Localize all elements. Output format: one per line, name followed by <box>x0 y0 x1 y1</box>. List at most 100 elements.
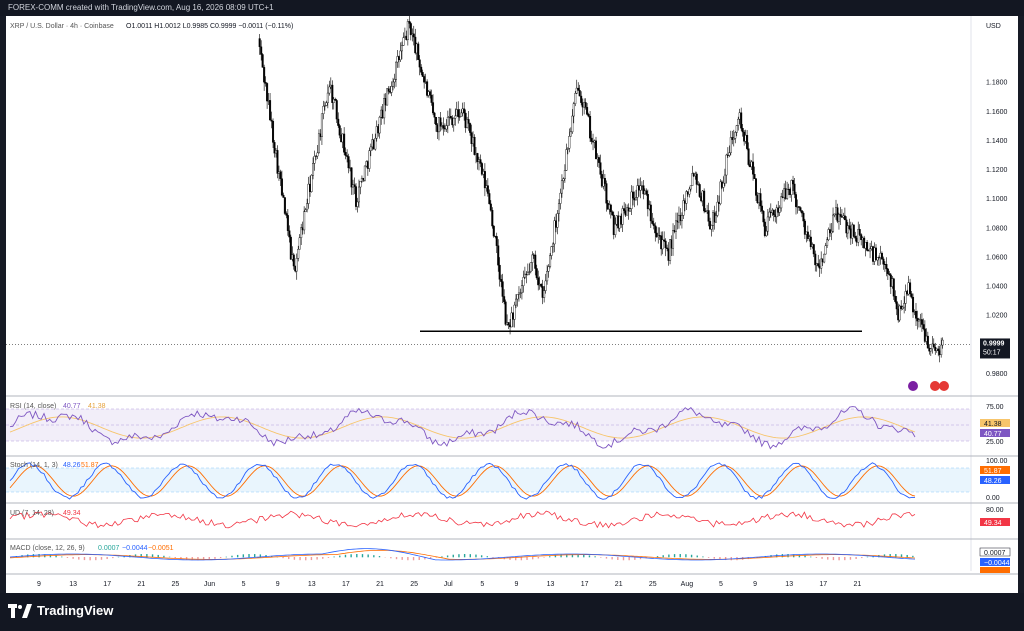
candle[interactable] <box>298 237 301 250</box>
candle[interactable] <box>778 207 781 213</box>
candle[interactable] <box>563 170 566 179</box>
candle[interactable] <box>313 156 316 164</box>
candle[interactable] <box>664 240 667 249</box>
candle[interactable] <box>832 214 835 232</box>
candle[interactable] <box>940 344 943 355</box>
candle[interactable] <box>460 112 463 117</box>
candle[interactable] <box>395 61 398 80</box>
candle[interactable] <box>449 116 452 119</box>
candle[interactable] <box>732 138 735 140</box>
candles[interactable] <box>258 15 944 363</box>
candle[interactable] <box>417 43 420 60</box>
candle[interactable] <box>753 174 756 179</box>
candle[interactable] <box>710 225 713 230</box>
candle[interactable] <box>571 115 574 133</box>
candle[interactable] <box>546 271 549 282</box>
candle[interactable] <box>578 90 581 97</box>
candle[interactable] <box>755 178 758 196</box>
candle[interactable] <box>343 133 346 153</box>
candle[interactable] <box>500 279 503 282</box>
candle[interactable] <box>759 193 762 207</box>
candle[interactable] <box>817 263 820 267</box>
candle[interactable] <box>716 201 719 216</box>
candle[interactable] <box>433 112 436 118</box>
candle[interactable] <box>272 121 275 143</box>
candle[interactable] <box>652 223 655 226</box>
candle[interactable] <box>544 280 547 291</box>
candle[interactable] <box>263 67 266 83</box>
candle[interactable] <box>463 108 466 114</box>
candle[interactable] <box>295 258 298 272</box>
candle[interactable] <box>651 220 654 224</box>
candle[interactable] <box>649 204 652 222</box>
candle[interactable] <box>531 254 534 263</box>
candle[interactable] <box>941 339 944 346</box>
price-pane[interactable]: XRP / U.S. Dollar · 4h · Coinbase O1.001… <box>6 15 971 363</box>
candle[interactable] <box>574 93 577 104</box>
candle[interactable] <box>442 125 445 129</box>
candle[interactable] <box>892 278 895 297</box>
candle[interactable] <box>587 114 590 117</box>
candle[interactable] <box>661 239 664 250</box>
candle[interactable] <box>589 116 592 139</box>
candle[interactable] <box>735 125 738 133</box>
candle[interactable] <box>740 112 743 129</box>
candle[interactable] <box>516 294 519 300</box>
candle[interactable] <box>645 190 648 195</box>
candle[interactable] <box>279 171 282 179</box>
candle[interactable] <box>473 137 476 155</box>
candle[interactable] <box>522 277 525 286</box>
candle[interactable] <box>418 59 421 68</box>
candle[interactable] <box>937 348 940 351</box>
candle[interactable] <box>680 215 683 222</box>
candle[interactable] <box>316 152 319 157</box>
candle[interactable] <box>261 54 264 68</box>
candle[interactable] <box>369 146 372 151</box>
candle[interactable] <box>276 150 279 174</box>
candle[interactable] <box>632 191 635 199</box>
candle[interactable] <box>520 285 523 294</box>
candle[interactable] <box>562 178 565 181</box>
candle[interactable] <box>623 208 626 211</box>
candle[interactable] <box>328 86 331 94</box>
candle[interactable] <box>560 180 563 194</box>
candle[interactable] <box>392 81 395 87</box>
candle[interactable] <box>559 192 562 204</box>
candle[interactable] <box>368 150 371 169</box>
candle[interactable] <box>430 94 433 103</box>
candle[interactable] <box>303 211 306 231</box>
candle[interactable] <box>550 246 553 256</box>
candle[interactable] <box>557 203 560 214</box>
candle[interactable] <box>728 152 731 156</box>
candle[interactable] <box>446 116 449 126</box>
candle[interactable] <box>429 91 432 96</box>
candle[interactable] <box>322 105 325 115</box>
candle[interactable] <box>635 197 638 201</box>
candle[interactable] <box>529 262 532 272</box>
candle[interactable] <box>489 203 492 211</box>
candle[interactable] <box>326 92 329 103</box>
macd-pane[interactable]: MACD (close, 12, 26, 9) 0.0007 −0.0044 −… <box>9 545 1011 573</box>
candle[interactable] <box>547 266 550 272</box>
candle[interactable] <box>586 107 589 115</box>
candle[interactable] <box>387 88 390 92</box>
candle[interactable] <box>452 117 455 126</box>
candle[interactable] <box>378 116 381 134</box>
candle[interactable] <box>597 157 600 163</box>
candle[interactable] <box>747 148 750 165</box>
tradingview-logo[interactable]: TradingView <box>8 603 113 618</box>
candle[interactable] <box>526 272 529 275</box>
candle[interactable] <box>363 165 366 181</box>
stoch-pane[interactable]: Stoch (14, 1, 3) 48.26 51.87 100.00 0.00… <box>6 458 1010 502</box>
time-axis[interactable]: 9 13 17 21 25 Jun 5 9 13 17 21 25 Jul 5 9 13 17 21 25 Aug 5 9… <box>37 581 861 588</box>
candle[interactable] <box>488 193 491 205</box>
us-flag-icon[interactable] <box>930 381 940 391</box>
candle[interactable] <box>393 79 396 83</box>
candle[interactable] <box>823 253 826 263</box>
candle[interactable] <box>357 186 360 203</box>
candle[interactable] <box>629 208 632 212</box>
candle[interactable] <box>400 45 403 52</box>
candle[interactable] <box>513 304 516 320</box>
candle[interactable] <box>839 214 842 217</box>
candle[interactable] <box>869 248 872 252</box>
